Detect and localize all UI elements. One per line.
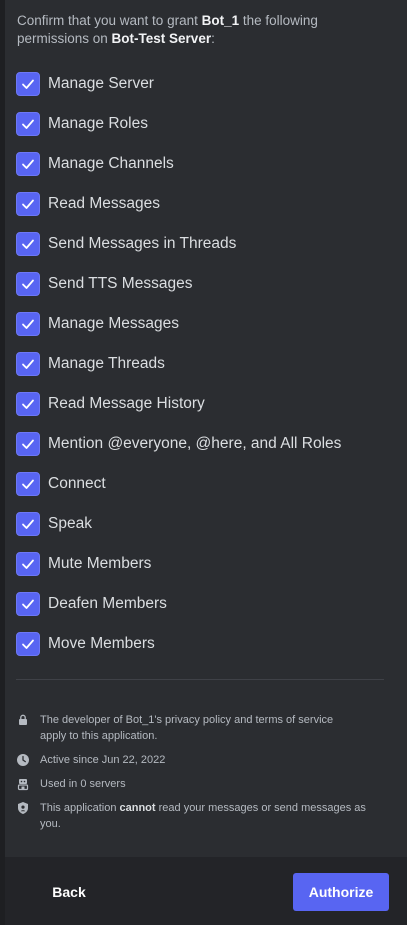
security-prefix: This application — [40, 802, 120, 814]
permission-checkbox[interactable] — [16, 272, 40, 296]
permission-checkbox[interactable] — [16, 232, 40, 256]
privacy-line2: apply to this application. — [40, 730, 158, 742]
security-info: This application cannot read your messag… — [16, 800, 376, 832]
check-icon — [22, 599, 34, 609]
intro-suffix: : — [211, 31, 215, 46]
permission-mention-everyone[interactable]: Mention @everyone, @here, and All Roles — [16, 424, 396, 464]
check-icon — [22, 439, 34, 449]
permission-checkbox[interactable] — [16, 432, 40, 456]
permission-checkbox[interactable] — [16, 192, 40, 216]
permission-label: Connect — [48, 475, 106, 492]
permission-label: Read Message History — [48, 395, 205, 412]
permission-label: Deafen Members — [48, 595, 167, 612]
permission-send-messages-in-threads[interactable]: Send Messages in Threads — [16, 224, 396, 264]
check-icon — [22, 639, 34, 649]
permission-manage-threads[interactable]: Manage Threads — [16, 344, 396, 384]
privacy-info: The developer of Bot_1's privacy policy … — [16, 712, 376, 744]
back-button[interactable]: Back — [29, 873, 109, 911]
permission-checkbox[interactable] — [16, 592, 40, 616]
permission-read-message-history[interactable]: Read Message History — [16, 384, 396, 424]
active-since-text: Active since Jun 22, 2022 — [40, 754, 166, 766]
permission-label: Move Members — [48, 635, 155, 652]
permission-label: Mention @everyone, @here, and All Roles — [48, 435, 342, 452]
lock-icon — [19, 714, 27, 725]
check-icon — [22, 159, 34, 169]
permission-label: Mute Members — [48, 555, 152, 572]
security-emphasis: cannot — [119, 802, 156, 814]
security-suffix: read your messages or send messages as — [155, 802, 366, 814]
permission-checkbox[interactable] — [16, 352, 40, 376]
permission-manage-messages[interactable]: Manage Messages — [16, 304, 396, 344]
intro-prefix: Confirm that you want to grant — [17, 13, 202, 28]
intro-line2-prefix: permissions on — [17, 31, 112, 46]
permission-label: Send Messages in Threads — [48, 235, 237, 252]
servers-info: Used in 0 servers — [16, 776, 376, 792]
bot-name: Bot_1 — [201, 13, 240, 28]
permission-checkbox[interactable] — [16, 632, 40, 656]
check-icon — [22, 119, 34, 129]
security-line2: you. — [40, 818, 61, 830]
permission-move-members[interactable]: Move Members — [16, 624, 396, 664]
permission-checkbox[interactable] — [16, 312, 40, 336]
grant-intro-text: Confirm that you want to grant Bot_1 the… — [17, 12, 387, 48]
active-info: Active since Jun 22, 2022 — [16, 752, 376, 768]
permission-connect[interactable]: Connect — [16, 464, 396, 504]
check-icon — [22, 559, 34, 569]
permission-manage-server[interactable]: Manage Server — [16, 64, 396, 104]
permission-label: Manage Threads — [48, 355, 165, 372]
permission-label: Read Messages — [48, 195, 161, 212]
check-icon — [22, 239, 34, 249]
permission-label: Manage Channels — [48, 155, 174, 172]
permission-checkbox[interactable] — [16, 152, 40, 176]
permission-label: Send TTS Messages — [48, 275, 193, 292]
check-icon — [22, 479, 34, 489]
permission-checkbox[interactable] — [16, 72, 40, 96]
permission-checkbox[interactable] — [16, 392, 40, 416]
permission-speak[interactable]: Speak — [16, 504, 396, 544]
divider — [16, 679, 384, 680]
permission-checkbox[interactable] — [16, 552, 40, 576]
check-icon — [22, 519, 34, 529]
check-icon — [22, 359, 34, 369]
permission-checkbox[interactable] — [16, 472, 40, 496]
permission-manage-roles[interactable]: Manage Roles — [16, 104, 396, 144]
check-icon — [22, 79, 34, 89]
check-icon — [22, 319, 34, 329]
permission-send-tts-messages[interactable]: Send TTS Messages — [16, 264, 396, 304]
permission-read-messages[interactable]: Read Messages — [16, 184, 396, 224]
permission-label: Speak — [48, 515, 92, 532]
footer-bar: Back Authorize — [5, 857, 407, 925]
intro-middle: the following — [239, 13, 318, 28]
check-icon — [22, 279, 34, 289]
permission-mute-members[interactable]: Mute Members — [16, 544, 396, 584]
permission-manage-channels[interactable]: Manage Channels — [16, 144, 396, 184]
authorize-button[interactable]: Authorize — [293, 873, 389, 911]
permission-label: Manage Server — [48, 75, 154, 92]
server-name: Bot-Test Server — [111, 31, 212, 46]
permission-label: Manage Roles — [48, 115, 148, 132]
check-icon — [22, 199, 34, 209]
permission-checkbox[interactable] — [16, 512, 40, 536]
permission-checkbox[interactable] — [16, 112, 40, 136]
application-info: The developer of Bot_1's privacy policy … — [16, 712, 376, 840]
privacy-line1: The developer of Bot_1's privacy policy … — [40, 714, 334, 726]
clock-icon — [17, 754, 29, 766]
check-icon — [22, 399, 34, 409]
used-in-servers-text: Used in 0 servers — [40, 778, 126, 790]
permission-list: Manage Server Manage Roles Manage Channe… — [16, 64, 396, 664]
shield-icon — [18, 802, 28, 814]
permission-label: Manage Messages — [48, 315, 179, 332]
robot-icon — [17, 779, 29, 791]
permission-deafen-members[interactable]: Deafen Members — [16, 584, 396, 624]
